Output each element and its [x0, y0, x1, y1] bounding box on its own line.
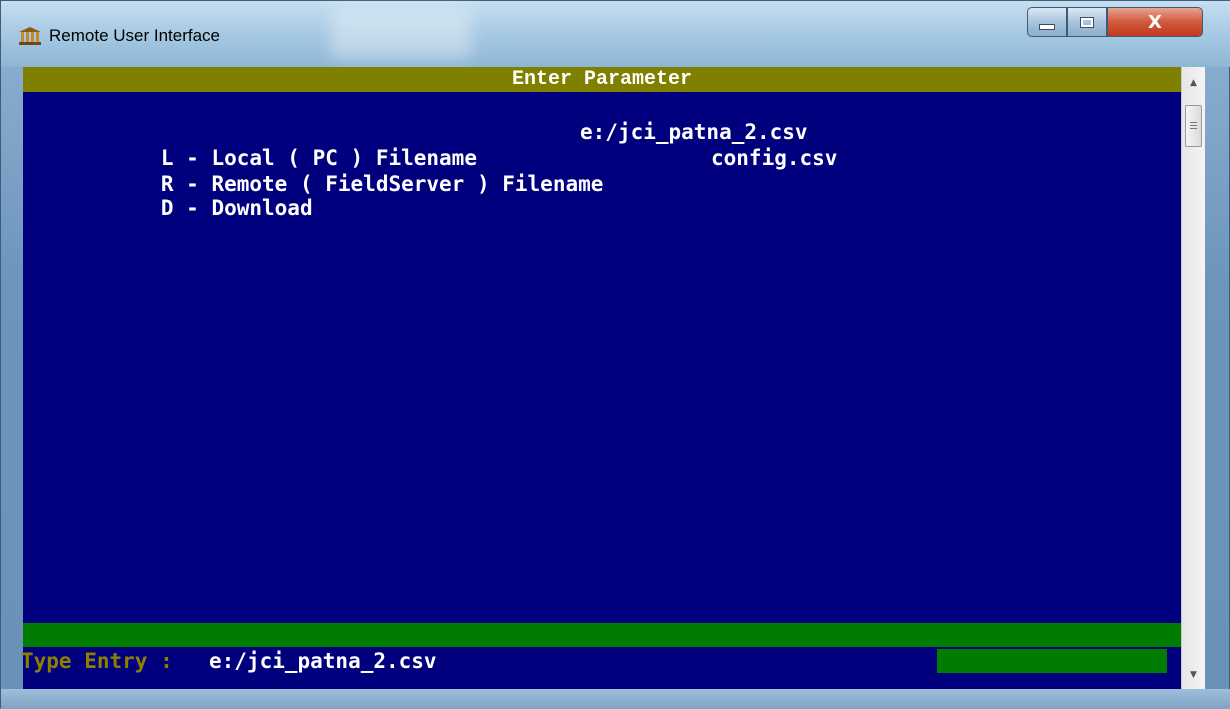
menu-value: config.csv [711, 146, 838, 170]
title-bar[interactable]: Remote User Interface X [1, 1, 1230, 67]
minimize-button[interactable] [1027, 7, 1067, 37]
menu-item-remote-filename[interactable]: R - Remote ( FieldServer ) Filename conf… [85, 145, 838, 196]
console-header: Enter Parameter [23, 67, 1181, 92]
maximize-icon [1080, 16, 1094, 28]
window-bottom-frame [1, 689, 1230, 709]
maximize-button[interactable] [1067, 7, 1107, 37]
console-area: Enter Parameter L - Local ( PC ) Filenam… [21, 67, 1181, 689]
minimize-icon [1039, 24, 1055, 30]
scroll-thumb[interactable] [1185, 105, 1202, 147]
menu-item-local-filename[interactable]: L - Local ( PC ) Filename e:/jci_patna_2… [85, 119, 808, 170]
close-icon: X [1148, 11, 1162, 33]
menu-label: Download [211, 196, 313, 220]
entry-label: Type Entry : [21, 649, 186, 673]
scroll-down-arrow-icon[interactable]: ▼ [1182, 665, 1205, 685]
scroll-up-arrow-icon[interactable]: ▲ [1182, 73, 1205, 93]
grip-icon [1190, 122, 1197, 130]
window-title: Remote User Interface [49, 26, 221, 45]
menu-separator: - [173, 196, 212, 220]
building-columns-icon [19, 27, 41, 45]
vertical-scrollbar[interactable]: ▲ ▼ [1181, 67, 1205, 689]
app-window: Remote User Interface X Enter Parameter … [0, 0, 1230, 709]
entry-input[interactable]: e:/jci_patna_2.csv [209, 647, 929, 675]
entry-row: Type Entry : e:/jci_patna_2.csv [21, 647, 1181, 675]
entry-status-block [937, 649, 1167, 673]
status-bar [23, 623, 1181, 647]
menu-key: D [160, 196, 174, 220]
menu-value: e:/jci_patna_2.csv [580, 120, 808, 144]
menu-item-download[interactable]: D - Download [85, 169, 313, 220]
close-button[interactable]: X [1107, 7, 1203, 37]
